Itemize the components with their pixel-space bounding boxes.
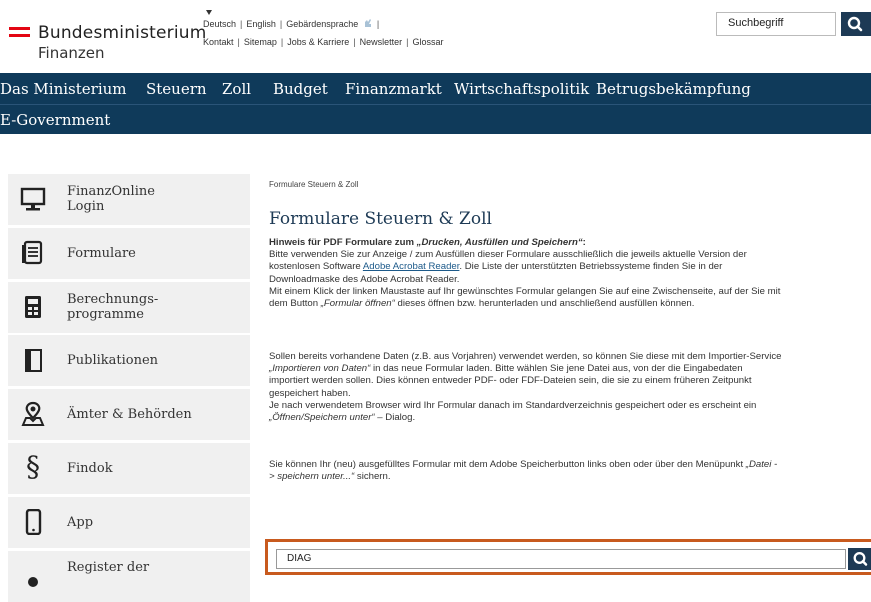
text-italic: „Importieren von Daten“	[269, 363, 371, 375]
sidebar-item-formulare[interactable]: Formulare	[8, 228, 250, 279]
location-person-icon	[21, 401, 45, 426]
link-sitemap[interactable]: Sitemap	[244, 37, 277, 47]
search-icon	[853, 552, 868, 566]
text-line: Sie können Ihr (neu) ausgefülltes Formul…	[269, 459, 746, 470]
text-line: . Die Liste der unterstützten Betriebssy…	[459, 261, 723, 273]
main-navigation: Das Ministerium Steuern Zoll Budget Fina…	[0, 73, 871, 104]
document-icon	[22, 240, 43, 265]
link-jobs[interactable]: Jobs & Karriere	[287, 37, 349, 47]
sidebar-item-label: Berechnungs- programme	[67, 292, 159, 322]
paragraph-save: Sie können Ihr (neu) ausgefülltes Formul…	[269, 459, 869, 483]
monitor-icon	[20, 187, 46, 211]
calculator-icon	[25, 296, 41, 318]
nav-betrugsbekaempfung[interactable]: Betrugsbekämpfung	[596, 80, 751, 98]
hint-colon: :	[582, 237, 586, 248]
paragraph-import: Sollen bereits vorhandene Daten (z.B. au…	[269, 351, 869, 424]
site-search-input[interactable]: Suchbegriff	[716, 12, 836, 36]
adobe-reader-link[interactable]: Adobe Acrobat Reader	[363, 261, 460, 272]
text-line: Je nach verwendetem Browser wird Ihr For…	[269, 399, 757, 411]
text-line: importiert werden sollen. Dies können en…	[269, 375, 752, 387]
language-links: Deutsch | English | Gebärdensprache |	[203, 18, 380, 29]
nav-e-government[interactable]: E-Government	[0, 111, 110, 129]
nav-das-ministerium[interactable]: Das Ministerium	[0, 80, 127, 98]
link-gebaerdensprache[interactable]: Gebärdensprache	[286, 19, 358, 29]
sidebar-item-berechnungsprogramme[interactable]: Berechnungs- programme	[8, 282, 250, 333]
sign-language-icon[interactable]	[363, 18, 373, 28]
link-deutsch[interactable]: Deutsch	[203, 19, 236, 29]
text-italic: > speichern unter...“	[269, 471, 355, 483]
site-header: Bundesministerium Finanzen Deutsch | Engli…	[0, 0, 871, 73]
link-newsletter[interactable]: Newsletter	[360, 37, 403, 47]
sidebar-item-label: FinanzOnline Login	[67, 184, 155, 214]
nav-budget[interactable]: Budget	[273, 80, 328, 98]
paragraph-icon: §	[26, 450, 40, 483]
sidebar-item-label: Ämter & Behörden	[67, 407, 192, 422]
sidebar-item-findok[interactable]: § Findok	[8, 443, 250, 494]
book-icon	[25, 349, 42, 372]
smartphone-icon	[25, 509, 42, 535]
sidebar-item-label: App	[67, 515, 94, 530]
nav-wirtschaftspolitik[interactable]: Wirtschaftspolitik	[454, 80, 589, 98]
text-line: dem Button	[269, 298, 321, 310]
text-line: sichern.	[354, 471, 391, 483]
sidebar-item-aemter-behoerden[interactable]: Ämter & Behörden	[8, 389, 250, 440]
nav-finanzmarkt[interactable]: Finanzmarkt	[345, 80, 442, 98]
sidebar-item-publikationen[interactable]: Publikationen	[8, 335, 250, 386]
logo-subtitle[interactable]: Finanzen	[38, 44, 105, 62]
sidebar-item-register[interactable]: Register der	[8, 551, 250, 602]
link-kontakt[interactable]: Kontakt	[203, 37, 234, 47]
link-english[interactable]: English	[246, 19, 276, 29]
search-icon	[847, 16, 863, 32]
text-line: gespeichert haben.	[269, 387, 351, 399]
nav-zoll[interactable]: Zoll	[222, 80, 251, 98]
sidebar-item-label: Formulare	[67, 246, 136, 261]
link-glossar[interactable]: Glossar	[412, 37, 443, 47]
sidebar-item-label: Findok	[67, 461, 113, 476]
hint-heading: Hinweis für PDF Formulare zum	[269, 237, 417, 248]
text-line: Bitte verwenden Sie zur Anzeige / zum Au…	[269, 249, 747, 261]
text-line: Mit einem Klick der linken Maustaste auf…	[269, 285, 781, 297]
text-italic: „Öffnen/Speichern unter“	[269, 412, 375, 424]
text-line: dieses öffnen bzw. herunterladen und ans…	[394, 298, 695, 310]
text-line: Sollen bereits vorhandene Daten (z.B. au…	[269, 351, 782, 362]
form-search-button[interactable]	[848, 548, 871, 570]
form-search-input[interactable]: DIAG	[276, 549, 846, 569]
form-search-highlight: DIAG	[265, 539, 871, 575]
paragraph-pdf-hint: Hinweis für PDF Formulare zum „Drucken, …	[269, 237, 869, 310]
register-icon	[28, 577, 38, 587]
text-line: – Dialog.	[374, 412, 416, 424]
text-line: in das neue Formular laden. Bitte wählen…	[370, 363, 743, 375]
breadcrumb[interactable]: Formulare Steuern & Zoll	[269, 180, 358, 189]
logo-title[interactable]: Bundesministerium	[38, 23, 207, 43]
sidebar-item-finanzonline[interactable]: FinanzOnline Login	[8, 174, 250, 225]
sidebar-item-app[interactable]: App	[8, 497, 250, 548]
austria-flag-logo[interactable]	[9, 27, 30, 38]
text-italic: „Formular öffnen“	[320, 298, 395, 310]
text-italic: „Datei -	[745, 459, 778, 470]
language-indicator-icon	[206, 10, 212, 15]
site-search-button[interactable]	[841, 12, 871, 36]
secondary-navigation: E-Government	[0, 104, 871, 134]
utility-links: Kontakt | Sitemap | Jobs & Karriere | Newslett…	[203, 37, 444, 47]
sidebar-item-label: Register der	[67, 560, 150, 575]
hint-heading-italic: „Drucken, Ausfüllen und Speichern“	[416, 237, 583, 248]
page-title: Formulare Steuern & Zoll	[269, 209, 492, 229]
sidebar-item-label: Publikationen	[67, 353, 159, 368]
text-line: Downloadmaske des Adobe Acrobat Reader.	[269, 273, 460, 285]
text-line: kostenlosen Software	[269, 261, 363, 273]
nav-steuern[interactable]: Steuern	[146, 80, 207, 98]
